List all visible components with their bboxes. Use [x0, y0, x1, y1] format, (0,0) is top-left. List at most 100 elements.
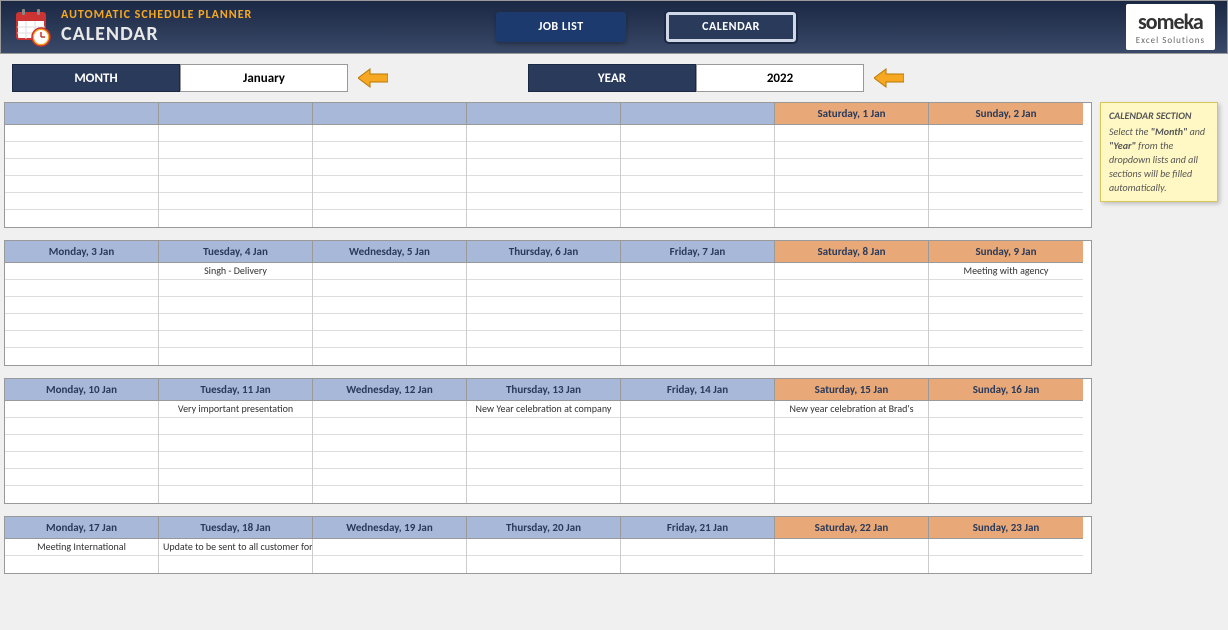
- event-cell[interactable]: [159, 469, 312, 486]
- event-cell[interactable]: [621, 263, 774, 280]
- event-cell[interactable]: [313, 159, 466, 176]
- event-cell[interactable]: [929, 435, 1083, 452]
- event-cell[interactable]: [621, 331, 774, 348]
- event-cell[interactable]: [467, 263, 620, 280]
- event-cell[interactable]: [621, 176, 774, 193]
- month-dropdown[interactable]: January: [180, 64, 348, 92]
- event-cell[interactable]: [159, 418, 312, 435]
- event-cell[interactable]: [159, 556, 312, 573]
- event-cell[interactable]: [159, 297, 312, 314]
- event-cell[interactable]: [5, 331, 158, 348]
- event-cell[interactable]: [929, 469, 1083, 486]
- event-cell[interactable]: [929, 418, 1083, 435]
- event-cell[interactable]: [929, 280, 1083, 297]
- event-cell[interactable]: [5, 193, 158, 210]
- event-cell[interactable]: [5, 435, 158, 452]
- event-cell[interactable]: [775, 280, 928, 297]
- event-cell[interactable]: [467, 486, 620, 503]
- event-cell[interactable]: [775, 469, 928, 486]
- event-cell[interactable]: [313, 452, 466, 469]
- event-cell[interactable]: [5, 418, 158, 435]
- event-cell[interactable]: [159, 142, 312, 159]
- event-cell[interactable]: [313, 176, 466, 193]
- event-cell[interactable]: [775, 210, 928, 227]
- event-cell[interactable]: [467, 452, 620, 469]
- event-cell[interactable]: [775, 435, 928, 452]
- event-cell[interactable]: [929, 556, 1083, 573]
- event-cell[interactable]: [467, 210, 620, 227]
- event-cell[interactable]: [313, 297, 466, 314]
- event-cell[interactable]: [467, 556, 620, 573]
- event-cell[interactable]: [621, 125, 774, 142]
- event-cell[interactable]: [621, 469, 774, 486]
- event-cell[interactable]: [467, 193, 620, 210]
- event-cell[interactable]: [929, 210, 1083, 227]
- event-cell[interactable]: [929, 539, 1083, 556]
- event-cell[interactable]: Very important presentation: [159, 401, 312, 418]
- event-cell[interactable]: [5, 556, 158, 573]
- event-cell[interactable]: [775, 418, 928, 435]
- event-cell[interactable]: [621, 159, 774, 176]
- event-cell[interactable]: [313, 556, 466, 573]
- event-cell[interactable]: [467, 539, 620, 556]
- event-cell[interactable]: [621, 297, 774, 314]
- event-cell[interactable]: [467, 125, 620, 142]
- event-cell[interactable]: [313, 210, 466, 227]
- event-cell[interactable]: [775, 452, 928, 469]
- event-cell[interactable]: Singh - Delivery: [159, 263, 312, 280]
- event-cell[interactable]: [5, 452, 158, 469]
- event-cell[interactable]: [5, 469, 158, 486]
- event-cell[interactable]: [5, 401, 158, 418]
- event-cell[interactable]: [313, 539, 466, 556]
- event-cell[interactable]: [467, 159, 620, 176]
- event-cell[interactable]: [929, 314, 1083, 331]
- event-cell[interactable]: [5, 125, 158, 142]
- event-cell[interactable]: New year celebration at Brad's: [775, 401, 928, 418]
- event-cell[interactable]: [775, 176, 928, 193]
- event-cell[interactable]: [621, 142, 774, 159]
- event-cell[interactable]: [621, 486, 774, 503]
- event-cell[interactable]: [159, 314, 312, 331]
- event-cell[interactable]: [621, 418, 774, 435]
- event-cell[interactable]: [5, 280, 158, 297]
- event-cell[interactable]: [467, 314, 620, 331]
- event-cell[interactable]: [621, 314, 774, 331]
- event-cell[interactable]: [313, 469, 466, 486]
- event-cell[interactable]: [929, 193, 1083, 210]
- event-cell[interactable]: [621, 452, 774, 469]
- event-cell[interactable]: Update to be sent to all customer for th: [159, 539, 312, 556]
- event-cell[interactable]: [159, 280, 312, 297]
- event-cell[interactable]: [467, 331, 620, 348]
- event-cell[interactable]: [929, 331, 1083, 348]
- event-cell[interactable]: [159, 193, 312, 210]
- event-cell[interactable]: [467, 469, 620, 486]
- event-cell[interactable]: [467, 435, 620, 452]
- event-cell[interactable]: [5, 159, 158, 176]
- event-cell[interactable]: [929, 486, 1083, 503]
- event-cell[interactable]: [467, 142, 620, 159]
- event-cell[interactable]: [5, 263, 158, 280]
- event-cell[interactable]: [159, 159, 312, 176]
- event-cell[interactable]: New Year celebration at company: [467, 401, 620, 418]
- event-cell[interactable]: [313, 142, 466, 159]
- event-cell[interactable]: [5, 210, 158, 227]
- event-cell[interactable]: [621, 280, 774, 297]
- event-cell[interactable]: Meeting International: [5, 539, 158, 556]
- event-cell[interactable]: [467, 280, 620, 297]
- event-cell[interactable]: [775, 297, 928, 314]
- event-cell[interactable]: [467, 348, 620, 365]
- event-cell[interactable]: [467, 176, 620, 193]
- event-cell[interactable]: [621, 210, 774, 227]
- event-cell[interactable]: [159, 210, 312, 227]
- event-cell[interactable]: [929, 348, 1083, 365]
- event-cell[interactable]: [775, 314, 928, 331]
- event-cell[interactable]: [929, 401, 1083, 418]
- event-cell[interactable]: [467, 297, 620, 314]
- event-cell[interactable]: Meeting with agency: [929, 263, 1083, 280]
- event-cell[interactable]: [5, 314, 158, 331]
- event-cell[interactable]: [5, 297, 158, 314]
- event-cell[interactable]: [775, 331, 928, 348]
- event-cell[interactable]: [159, 486, 312, 503]
- event-cell[interactable]: [775, 125, 928, 142]
- event-cell[interactable]: [313, 435, 466, 452]
